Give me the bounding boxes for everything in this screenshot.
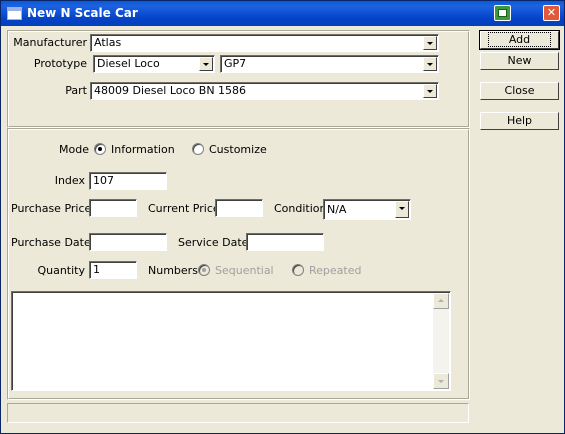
- numbers-sequential-radio[interactable]: [198, 264, 210, 276]
- condition-combo[interactable]: N/A: [323, 199, 411, 220]
- scroll-down-icon[interactable]: [433, 373, 449, 389]
- close-button[interactable]: Close: [480, 82, 559, 100]
- window-title: New N Scale Car: [27, 6, 138, 20]
- manufacturer-value: Atlas: [94, 36, 122, 49]
- help-button[interactable]: Help: [480, 112, 559, 130]
- prototype-type-value: Diesel Loco: [97, 57, 160, 70]
- numbers-repeated-radio[interactable]: [292, 264, 304, 276]
- status-bar: [7, 403, 469, 423]
- current-price-label: Current Price: [148, 202, 220, 215]
- mode-customize-label[interactable]: Customize: [209, 143, 267, 156]
- quantity-label: Quantity: [37, 264, 85, 277]
- title-bar[interactable]: New N Scale Car ✕: [1, 1, 564, 26]
- chevron-down-icon[interactable]: [423, 84, 437, 98]
- service-date-label: Service Date: [178, 236, 249, 249]
- condition-value: N/A: [327, 203, 347, 216]
- part-label: Part: [65, 84, 87, 97]
- mode-customize-radio[interactable]: [192, 143, 204, 155]
- numbers-label: Numbers: [148, 264, 198, 277]
- chevron-down-icon[interactable]: [423, 57, 437, 71]
- notes-textarea[interactable]: [11, 291, 451, 391]
- chevron-down-icon[interactable]: [199, 57, 213, 71]
- prototype-model-value: GP7: [224, 57, 247, 70]
- index-label: Index: [54, 174, 85, 187]
- prototype-model-combo[interactable]: GP7: [220, 55, 439, 73]
- add-button[interactable]: Add: [479, 30, 560, 50]
- numbers-sequential-label[interactable]: Sequential: [215, 264, 274, 277]
- purchase-price-field[interactable]: [89, 199, 137, 217]
- chevron-down-icon[interactable]: [395, 201, 409, 218]
- current-price-field[interactable]: [215, 199, 263, 217]
- quantity-field[interactable]: 1: [89, 261, 137, 279]
- part-value: 48009 Diesel Loco BN 1586: [94, 84, 247, 97]
- prototype-label: Prototype: [33, 57, 87, 70]
- new-button[interactable]: New: [480, 52, 559, 70]
- prototype-type-combo[interactable]: Diesel Loco: [93, 55, 215, 73]
- extra-titlebar-icon[interactable]: [494, 5, 511, 21]
- index-field[interactable]: 107: [89, 172, 167, 190]
- purchase-price-label: Purchase Price: [11, 202, 92, 215]
- mode-information-radio[interactable]: [94, 143, 106, 155]
- new-n-scale-car-window: New N Scale Car ✕ Manufacturer Atlas Pro…: [0, 0, 565, 434]
- manufacturer-combo[interactable]: Atlas: [90, 34, 439, 52]
- mode-label: Mode: [59, 143, 89, 156]
- purchase-date-field[interactable]: [89, 233, 167, 251]
- purchase-date-label: Purchase Date: [11, 236, 91, 249]
- notes-scrollbar[interactable]: [433, 293, 449, 389]
- add-button-label: Add: [487, 32, 552, 47]
- close-icon[interactable]: ✕: [543, 5, 560, 21]
- scroll-up-icon[interactable]: [433, 293, 449, 309]
- numbers-repeated-label[interactable]: Repeated: [309, 264, 361, 277]
- window-icon: [7, 7, 22, 20]
- manufacturer-label: Manufacturer: [13, 36, 87, 49]
- part-combo[interactable]: 48009 Diesel Loco BN 1586: [90, 82, 439, 100]
- mode-information-label[interactable]: Information: [111, 143, 175, 156]
- chevron-down-icon[interactable]: [423, 36, 437, 50]
- service-date-field[interactable]: [246, 233, 324, 251]
- condition-label: Condition: [274, 202, 327, 215]
